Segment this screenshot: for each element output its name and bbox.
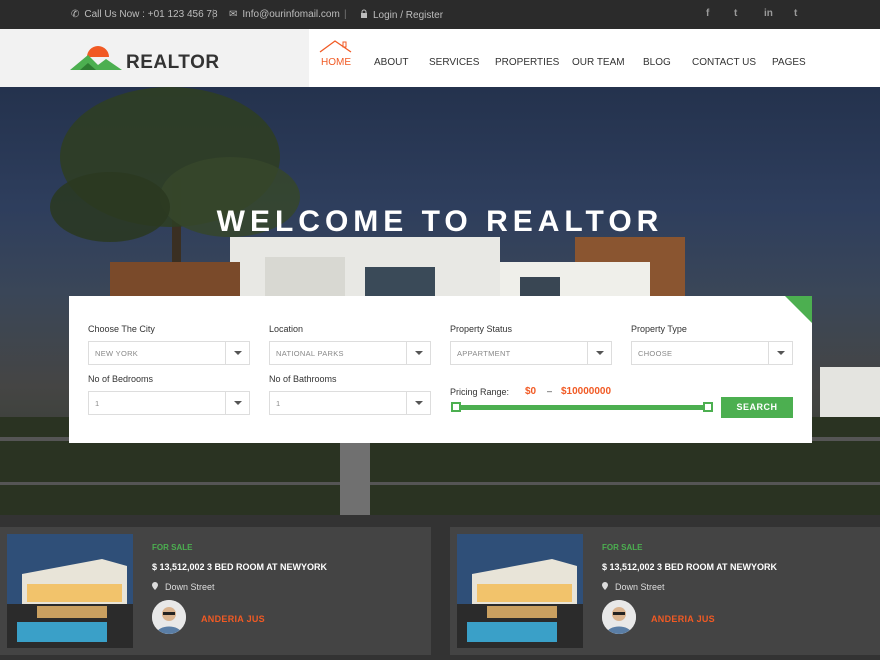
listing-title[interactable]: $ 13,512,002 3 BED ROOM AT NEWYORK xyxy=(152,562,327,572)
nav-pages[interactable]: PAGES xyxy=(772,57,806,68)
listing-card[interactable]: FOR SALE $ 13,512,002 3 BED ROOM AT NEWY… xyxy=(450,527,880,655)
property-status-value: APPARTMENT xyxy=(457,349,511,358)
chevron-down-icon[interactable] xyxy=(406,342,430,364)
listing-location: Down Street xyxy=(602,582,665,592)
nav-properties[interactable]: PROPERTIES xyxy=(495,57,559,68)
price-range-track[interactable] xyxy=(455,405,711,410)
price-dash: – xyxy=(547,386,553,396)
nav-services[interactable]: SERVICES xyxy=(429,57,479,68)
nav-about[interactable]: ABOUT xyxy=(374,57,408,68)
email-text[interactable]: Info@ourinfomail.com xyxy=(242,9,339,20)
chevron-down-icon[interactable] xyxy=(406,392,430,414)
email-info[interactable]: ✉ Info@ourinfomail.com xyxy=(229,9,340,20)
map-pin-icon xyxy=(152,582,158,592)
avatar[interactable] xyxy=(152,600,186,634)
divider: | xyxy=(212,9,215,20)
lock-icon xyxy=(360,9,368,21)
location-label: Location xyxy=(269,324,304,334)
nav-contact-us[interactable]: CONTACT US xyxy=(692,57,756,68)
price-min: $0 xyxy=(525,386,537,397)
nav-home[interactable]: HOME xyxy=(321,57,351,68)
chevron-down-icon[interactable] xyxy=(225,392,249,414)
property-thumbnail[interactable] xyxy=(7,534,133,648)
chevron-down-icon[interactable] xyxy=(587,342,611,364)
property-type-select[interactable]: CHOOSE xyxy=(631,341,793,365)
chevron-down-icon[interactable] xyxy=(768,342,792,364)
home-roof-icon xyxy=(319,40,352,53)
price-min-handle[interactable] xyxy=(451,402,461,412)
facebook-icon[interactable]: f xyxy=(706,8,709,19)
agent-name[interactable]: ANDERIA JUS xyxy=(201,614,265,624)
city-label: Choose The City xyxy=(88,324,155,334)
bathrooms-value: 1 xyxy=(276,399,281,408)
avatar[interactable] xyxy=(602,600,636,634)
pricing-range-label: Pricing Range: xyxy=(450,387,510,397)
bedrooms-value: 1 xyxy=(95,399,100,408)
price-max-handle[interactable] xyxy=(703,402,713,412)
listing-status: FOR SALE xyxy=(602,543,643,552)
top-bar: ✆ Call Us Now : +01 123 456 78 | ✉ Info@… xyxy=(0,0,880,29)
phone-text: Call Us Now : +01 123 456 78 xyxy=(84,9,218,20)
property-status-select[interactable]: APPARTMENT xyxy=(450,341,612,365)
tumblr-icon[interactable]: t xyxy=(794,8,797,19)
bedrooms-label: No of Bedrooms xyxy=(88,374,154,384)
divider: | xyxy=(344,9,347,20)
listing-title[interactable]: $ 13,512,002 3 BED ROOM AT NEWYORK xyxy=(602,562,777,572)
location-select[interactable]: NATIONAL PARKS xyxy=(269,341,431,365)
property-status-label: Property Status xyxy=(450,324,513,334)
bedrooms-select[interactable]: 1 xyxy=(88,391,250,415)
login-link[interactable]: Login / Register xyxy=(360,9,443,21)
linkedin-icon[interactable]: in xyxy=(764,8,773,19)
twitter-icon[interactable]: t xyxy=(734,8,737,19)
nav-blog[interactable]: BLOG xyxy=(643,57,671,68)
price-max: $10000000 xyxy=(561,386,612,397)
city-select[interactable]: NEW YORK xyxy=(88,341,250,365)
listing-card[interactable]: FOR SALE $ 13,512,002 3 BED ROOM AT NEWY… xyxy=(0,527,431,655)
site-header: REALTOR HOME ABOUT SERVICES PROPERTIES O… xyxy=(0,29,880,87)
bathrooms-label: No of Bathrooms xyxy=(269,374,337,384)
search-button[interactable]: SEARCH xyxy=(721,397,793,418)
property-search-form: Choose The City NEW YORK Location NATION… xyxy=(69,296,812,443)
logo-mountains-icon xyxy=(68,46,124,72)
property-type-value: CHOOSE xyxy=(638,349,673,358)
bathrooms-select[interactable]: 1 xyxy=(269,391,431,415)
property-type-label: Property Type xyxy=(631,324,687,334)
listing-location: Down Street xyxy=(152,582,215,592)
logo-text[interactable]: REALTOR xyxy=(126,52,220,74)
location-select-value: NATIONAL PARKS xyxy=(276,349,344,358)
property-thumbnail[interactable] xyxy=(457,534,583,648)
listing-location-text: Down Street xyxy=(165,582,215,592)
phone-info: ✆ Call Us Now : +01 123 456 78 xyxy=(71,9,218,20)
listing-location-text: Down Street xyxy=(615,582,665,592)
corner-ribbon xyxy=(785,296,812,323)
envelope-icon: ✉ xyxy=(229,9,238,20)
listing-status: FOR SALE xyxy=(152,543,193,552)
agent-name[interactable]: ANDERIA JUS xyxy=(651,614,715,624)
phone-icon: ✆ xyxy=(71,9,80,20)
chevron-down-icon[interactable] xyxy=(225,342,249,364)
nav-our-team[interactable]: OUR TEAM xyxy=(572,57,625,68)
logo[interactable]: REALTOR xyxy=(0,29,309,87)
city-select-value: NEW YORK xyxy=(95,349,139,358)
hero-title: WELCOME TO REALTOR xyxy=(216,205,664,238)
login-text[interactable]: Login / Register xyxy=(373,10,443,21)
map-pin-icon xyxy=(602,582,608,592)
